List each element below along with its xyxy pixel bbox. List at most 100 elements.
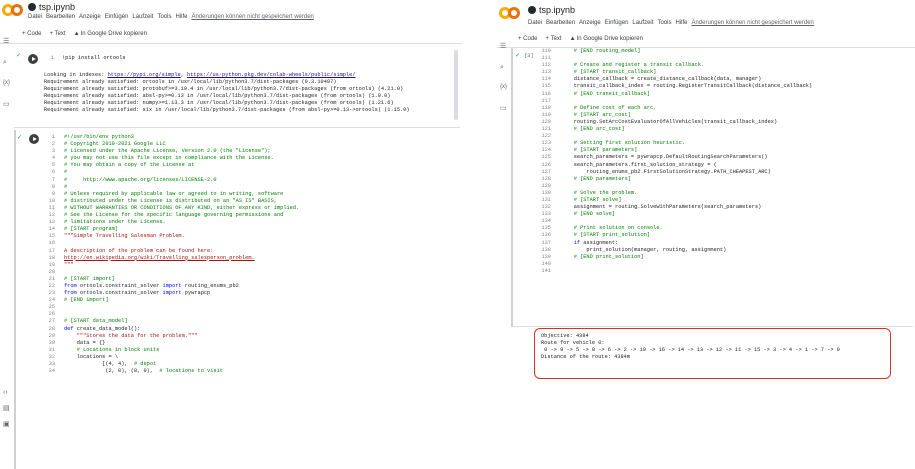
menu-einfuegen[interactable]: Einfügen [605,20,629,26]
code-editor[interactable]: # [END routing_model] # Create and regis… [561,48,812,275]
code-line[interactable] [561,133,812,140]
code-line[interactable]: # Define cost of each arc. [561,105,812,112]
code-line[interactable] [561,98,812,105]
menu-bearbeiten[interactable]: Bearbeiten [46,14,75,20]
code-line[interactable]: from ortools.constraint_solver import py… [64,290,299,297]
code-line[interactable]: # http://www.apache.org/licenses/LICENSE… [64,177,299,184]
code-line[interactable] [64,240,299,247]
code-line[interactable] [561,218,812,225]
tsp-code-cell[interactable]: ✓ 1 2 3 4 5 6 7 8 9 10 11 12 13 14 15 16 17 18 19 20 21 22 23 2… [14,130,462,469]
code-line[interactable]: # limitations under the License. [64,219,299,226]
code-line[interactable]: (2, 0), (8, 0), # locations to visit [64,368,299,375]
add-code-button[interactable]: + Code [22,31,42,37]
code-line[interactable]: """Simple Travelling Salesman Problem. [64,233,299,240]
add-text-button[interactable]: + Text [50,31,66,37]
code-line[interactable]: # [END transit_callback] [561,91,812,98]
code-line[interactable]: # Locations in block units [64,347,299,354]
filename[interactable]: tsp.ipynb [39,2,75,12]
output-scrollbar[interactable] [454,50,458,120]
pypi-link[interactable]: https://pypi.org/simple [108,72,181,78]
menu-laufzeit[interactable]: Laufzeit [632,20,653,26]
unsaved-warning-link[interactable]: Änderungen können nicht gespeichert werd… [191,14,313,20]
menu-tools[interactable]: Tools [157,14,171,20]
command-palette-icon[interactable]: ▤ [3,405,10,412]
search-icon[interactable]: ⌕ [3,59,7,66]
run-cell-button[interactable] [28,54,38,64]
code-line[interactable]: # Print solution on console. [561,225,812,232]
code-line[interactable]: data = {} [64,340,299,347]
menu-datei[interactable]: Datei [28,14,42,20]
code-line[interactable] [561,261,812,268]
code-line[interactable]: # See the License for the specific langu… [64,212,299,219]
toc-icon[interactable]: ☰ [500,43,506,50]
menu-tools[interactable]: Tools [657,20,671,26]
copy-to-drive-button[interactable]: ▲ In Google Drive kopieren [74,31,147,37]
pip-install-cell[interactable]: ✓ 1 !pip install ortools Looking in inde… [14,48,458,126]
code-line[interactable]: # [END arc_cost] [561,126,812,133]
code-line[interactable]: [(4, 4), # depot [64,361,299,368]
code-line[interactable]: search_parameters.first_solution_strateg… [561,162,812,169]
menu-einfuegen[interactable]: Einfügen [105,14,129,20]
variables-icon[interactable]: {x} [3,80,10,87]
code-line[interactable]: def create_data_model(): [64,326,299,333]
code-line[interactable] [64,304,299,311]
code-line[interactable]: # [START arc_cost] [561,112,812,119]
run-cell-button[interactable] [29,134,39,144]
code-line[interactable]: !pip install ortools [62,55,126,62]
colab-wheels-link[interactable]: https://us-python.pkg.dev/colab-wheels/p… [187,72,355,78]
code-line[interactable]: # [END routing_model] [561,48,812,55]
code-line[interactable]: # You may obtain a copy of the License a… [64,162,299,169]
code-line[interactable]: print_solution(manager, routing, assignm… [561,247,812,254]
code-line[interactable]: # [START parameters] [561,147,812,154]
menu-datei[interactable]: Datei [528,20,542,26]
files-icon[interactable]: ▭ [500,105,507,112]
add-text-button[interactable]: + Text [546,36,562,42]
code-line[interactable]: # [START print_solution] [561,232,812,239]
menu-hilfe[interactable]: Hilfe [175,14,187,20]
copy-to-drive-button[interactable]: ▲ In Google Drive kopieren [570,36,643,42]
code-line[interactable]: routing_enums_pb2.FirstSolutionStrategy.… [561,169,812,176]
code-line[interactable]: # Setting first solution heuristic. [561,140,812,147]
toc-icon[interactable]: ☰ [3,38,9,45]
code-line[interactable]: # Unless required by applicable law or a… [64,191,299,198]
menu-anzeige[interactable]: Anzeige [579,20,601,26]
code-line[interactable]: # Copyright 2010-2021 Google LLC [64,141,299,148]
terminal-icon[interactable]: ▣ [3,421,10,428]
code-line[interactable]: transit_callback_index = routing.Registe… [561,83,812,90]
code-line[interactable]: assignment = routing.SolveWithParameters… [561,204,812,211]
code-line[interactable]: # [START transit_callback] [561,69,812,76]
code-snippets-icon[interactable]: ‹› [3,389,8,396]
code-line[interactable]: locations = \ [64,354,299,361]
code-line[interactable]: # [START data_model] [64,318,299,325]
code-line[interactable]: http://en.wikipedia.org/wiki/Travelling_… [64,255,299,262]
code-line[interactable]: distance_callback = create_distance_call… [561,76,812,83]
code-editor[interactable]: #!/usr/bin/env python3 # Copyright 2010-2… [64,134,299,375]
notebook-title[interactable]: tsp.ipynb [528,5,575,15]
code-line[interactable]: A description of the problem can be foun… [64,248,299,255]
menu-anzeige[interactable]: Anzeige [79,14,101,20]
code-line[interactable] [561,183,812,190]
add-code-button[interactable]: + Code [518,36,538,42]
code-line[interactable]: from ortools.constraint_solver import ro… [64,283,299,290]
unsaved-warning-link[interactable]: Änderungen können nicht gespeichert werd… [691,20,813,26]
code-line[interactable]: # [START program] [64,226,299,233]
search-icon[interactable]: ⌕ [500,64,504,71]
code-line[interactable]: # Licensed under the Apache License, Ver… [64,148,299,155]
code-line[interactable]: # [END print_solution] [561,254,812,261]
code-line[interactable]: # [END import] [64,297,299,304]
code-line[interactable]: # [START import] [64,276,299,283]
code-line[interactable]: #!/usr/bin/env python3 [64,134,299,141]
code-line[interactable]: if assignment: [561,240,812,247]
code-line[interactable]: # [START solve] [561,197,812,204]
code-line[interactable]: routing.SetArcCostEvaluatorOfAllVehicles… [561,119,812,126]
code-line[interactable]: # you may not use this file except in co… [64,155,299,162]
code-line[interactable] [561,268,812,275]
code-line[interactable]: # WITHOUT WARRANTIES OR CONDITIONS OF AN… [64,205,299,212]
code-line[interactable] [64,311,299,318]
notebook-title[interactable]: tsp.ipynb [28,2,75,12]
code-line[interactable]: # [64,184,299,191]
menu-hilfe[interactable]: Hilfe [675,20,687,26]
code-line[interactable]: # [64,169,299,176]
menu-bearbeiten[interactable]: Bearbeiten [546,20,575,26]
code-line[interactable] [64,269,299,276]
